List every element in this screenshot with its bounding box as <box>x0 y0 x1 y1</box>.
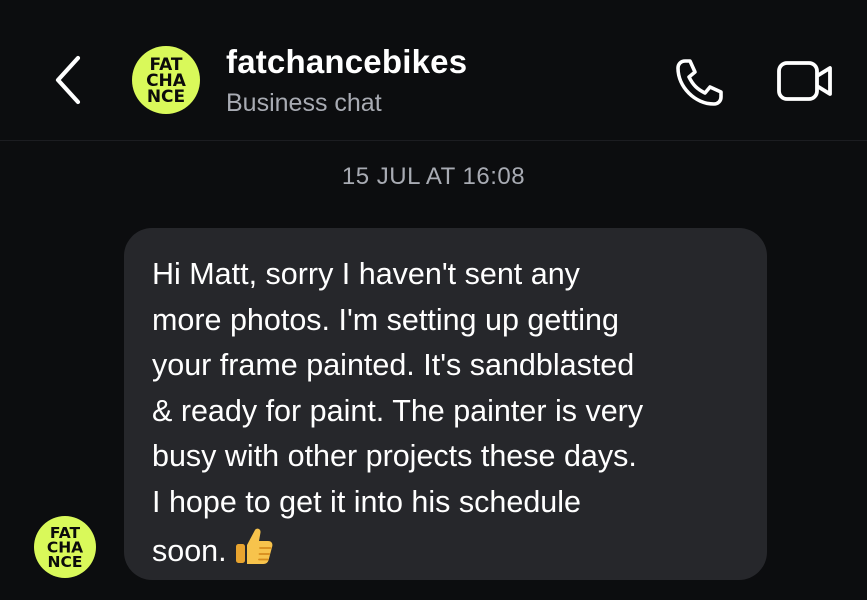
message-bubble[interactable]: Hi Matt, sorry I haven't sent any more p… <box>124 228 767 580</box>
message-timestamp: 15 JUL AT 16:08 <box>341 163 526 190</box>
back-button[interactable] <box>48 52 88 108</box>
chevron-left-icon <box>55 55 81 105</box>
contact-subtitle: Business chat <box>226 89 382 117</box>
contact-name[interactable]: fatchancebikes <box>226 43 467 81</box>
message-line: more photos. I'm setting up getting <box>152 302 619 337</box>
message-line: & ready for paint. The painter is very <box>152 393 644 428</box>
fatchance-logo: FAT CHA NCE <box>146 55 187 107</box>
avatar[interactable]: FAT CHA NCE <box>132 46 200 114</box>
fatchance-logo: FAT CHA NCE <box>47 524 83 571</box>
message-line: busy with other projects these days. <box>152 439 637 473</box>
svg-text:NCE: NCE <box>147 87 185 107</box>
video-call-button[interactable] <box>774 56 836 106</box>
svg-text:NCE: NCE <box>48 553 83 571</box>
video-camera-icon <box>777 61 832 101</box>
chat-header: FAT CHA NCE fatchancebikes Business chat <box>0 0 867 141</box>
sender-avatar[interactable]: FAT CHA NCE <box>34 516 96 578</box>
message-line: soon. <box>152 534 227 568</box>
message-line: your frame painted. It's sandblasted <box>152 348 635 382</box>
phone-icon <box>676 59 723 106</box>
message-line-last: soon. <box>152 525 743 575</box>
message-text: Hi Matt, sorry I haven't sent any more p… <box>152 252 743 575</box>
voice-call-button[interactable] <box>672 54 728 110</box>
message-line: Hi Matt, sorry I haven't sent any <box>152 257 580 291</box>
message-line: I hope to get it into his schedule <box>152 484 581 519</box>
thumbs-up-icon <box>233 525 275 567</box>
